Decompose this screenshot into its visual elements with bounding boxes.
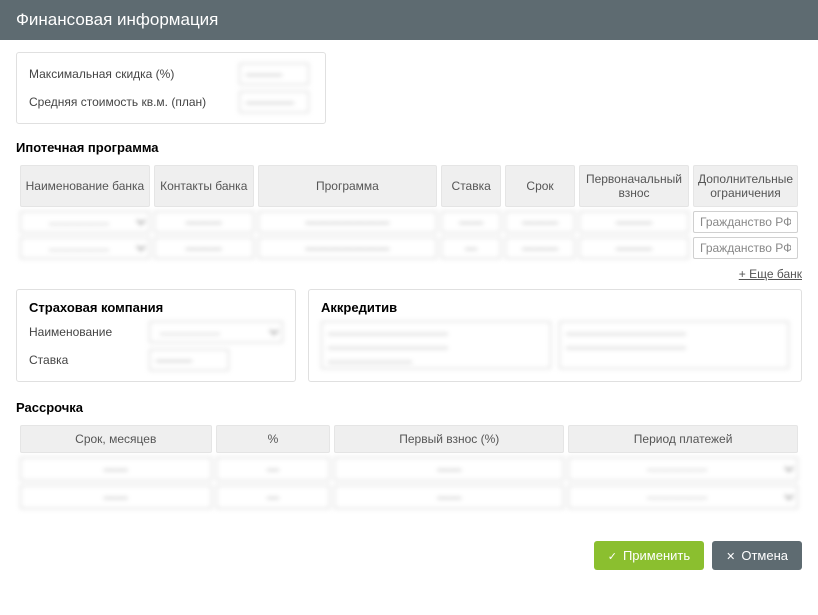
mortgage-bank-select[interactable]: ————— [20,237,150,259]
installment-table: Срок, месяцев % Первый взнос (%) Период … [16,421,802,513]
avg-price-input[interactable] [239,91,309,113]
actions-bar: Применить Отмена [0,525,818,586]
akkreditiv-panel: Аккредитив —————————— —————————— ———————… [308,289,802,382]
installment-term-input[interactable] [20,485,212,509]
apply-label: Применить [623,548,690,563]
installment-percent-input[interactable] [216,457,331,481]
insurance-rate-label: Ставка [29,353,149,367]
mortgage-program-input[interactable] [258,237,438,259]
mortgage-th-bank: Наименование банка [20,165,150,207]
installment-period-select[interactable]: ————— [568,457,798,481]
mortgage-contacts-input[interactable] [154,237,254,259]
mortgage-deposit-input[interactable] [579,237,689,259]
mortgage-title: Ипотечная программа [16,140,802,155]
apply-button[interactable]: Применить [594,541,704,570]
insurance-title: Страховая компания [29,300,283,315]
max-discount-input[interactable] [239,63,309,85]
installment-row: ————— [20,485,798,509]
mortgage-th-rate: Ставка [441,165,501,207]
installment-percent-input[interactable] [216,485,331,509]
installment-th-first: Первый взнос (%) [334,425,564,453]
mortgage-th-program: Программа [258,165,438,207]
akkreditiv-title: Аккредитив [321,300,789,315]
insurance-panel: Страховая компания Наименование ————— Ст… [16,289,296,382]
mortgage-program-input[interactable] [258,211,438,233]
mortgage-deposit-input[interactable] [579,211,689,233]
mortgage-restrictions-input[interactable] [693,211,798,233]
mortgage-table: Наименование банка Контакты банка Програ… [16,161,802,263]
installment-term-input[interactable] [20,457,212,481]
insurance-rate-input[interactable] [149,349,229,371]
check-icon [608,548,617,563]
content: Максимальная скидка (%) Средняя стоимост… [0,40,818,525]
mortgage-row: ————— [20,211,798,233]
page-title: Финансовая информация [16,10,218,29]
akkreditiv-right-textarea[interactable]: —————————— —————————— [559,321,789,369]
installment-period-select[interactable]: ————— [568,485,798,509]
mortgage-term-input[interactable] [505,237,575,259]
insurance-name-label: Наименование [29,325,149,339]
installment-title: Рассрочка [16,400,802,415]
mortgage-bank-select[interactable]: ————— [20,211,150,233]
mortgage-th-deposit: Первоначальный взнос [579,165,689,207]
insurance-name-select[interactable]: ————— [149,321,283,343]
mortgage-th-restrictions: Дополнительные ограничения [693,165,798,207]
avg-price-label: Средняя стоимость кв.м. (план) [29,95,239,109]
mortgage-rate-input[interactable] [441,211,501,233]
mortgage-th-contacts: Контакты банка [154,165,254,207]
mortgage-restrictions-input[interactable] [693,237,798,259]
mortgage-row: ————— [20,237,798,259]
installment-th-term: Срок, месяцев [20,425,212,453]
add-bank-link[interactable]: + Еще банк [739,267,802,281]
installment-th-percent: % [216,425,331,453]
mortgage-th-term: Срок [505,165,575,207]
installment-first-input[interactable] [334,457,564,481]
akkreditiv-left-textarea[interactable]: —————————— —————————— ——————— [321,321,551,369]
max-discount-label: Максимальная скидка (%) [29,67,239,81]
summary-panel: Максимальная скидка (%) Средняя стоимост… [16,52,326,124]
page-header: Финансовая информация [0,0,818,40]
cancel-button[interactable]: Отмена [712,541,802,570]
close-icon [726,548,735,563]
cancel-label: Отмена [741,548,788,563]
mortgage-rate-input[interactable] [441,237,501,259]
mortgage-contacts-input[interactable] [154,211,254,233]
installment-first-input[interactable] [334,485,564,509]
mortgage-term-input[interactable] [505,211,575,233]
installment-th-period: Период платежей [568,425,798,453]
installment-row: ————— [20,457,798,481]
